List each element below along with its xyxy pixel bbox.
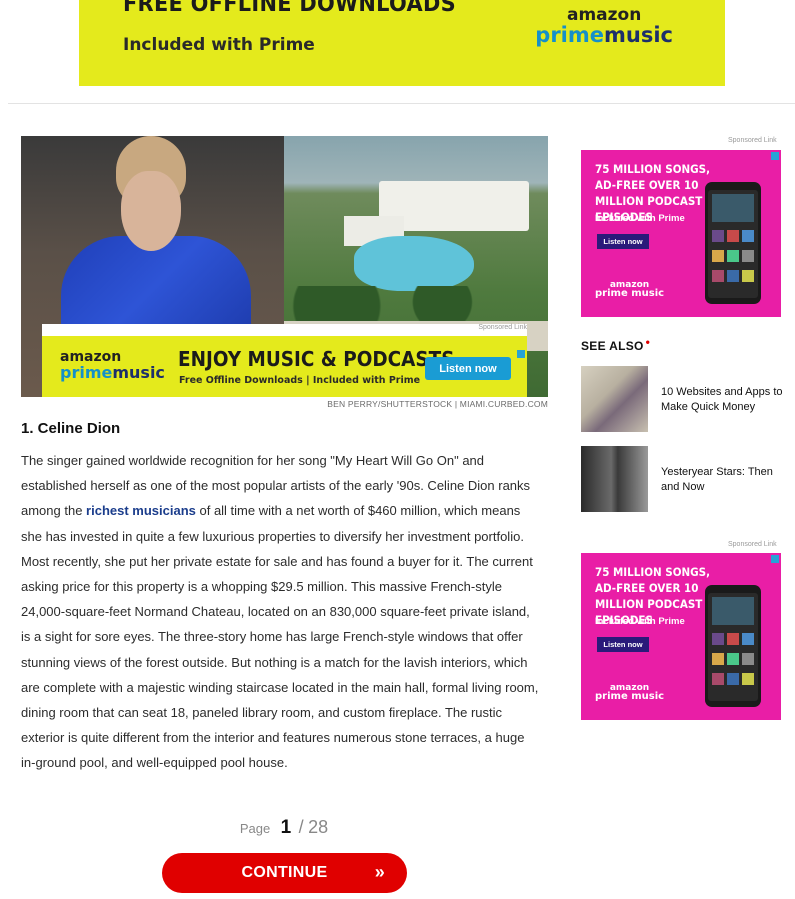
sidebar-ad-2[interactable]: 75 MILLION SONGS, AD-FREE OVER 10 MILLIO… (581, 553, 781, 720)
image-credit: BEN PERRY/SHUTTERSTOCK | MIAMI.CURBED.CO… (327, 399, 548, 409)
logo-prime: prime (535, 23, 605, 47)
prime-music-logo-text: prime music (595, 288, 665, 299)
album-tile (742, 653, 754, 665)
see-also-title-text: SEE ALSO (581, 339, 644, 353)
article-body: The singer gained worldwide recognition … (21, 448, 541, 776)
phone-mockup (705, 182, 761, 304)
album-tile (727, 673, 739, 685)
album-tile (727, 633, 739, 645)
sidebar-ad2-sponsored-label: Sponsored Link (728, 541, 777, 548)
amazon-logo-text: amazon (566, 5, 642, 25)
continue-label: CONTINUE (241, 864, 328, 881)
sponsored-label: Sponsored Link (478, 324, 527, 331)
estate-trees (284, 286, 548, 326)
album-tile (712, 230, 724, 242)
top-ad-headline: FREE OFFLINE DOWNLOADS (123, 0, 456, 17)
see-also-thumbnail[interactable] (581, 446, 648, 512)
see-also-item-label[interactable]: 10 Websites and Apps to Make Quick Money (661, 385, 791, 415)
adchoices-icon[interactable] (771, 555, 779, 563)
richest-musicians-link[interactable]: richest musicians (86, 503, 196, 518)
listen-now-button[interactable]: Listen now (425, 357, 511, 380)
sidebar-ad1-listen-now-button[interactable]: Listen now (597, 234, 649, 249)
page-label: Page (239, 821, 271, 836)
see-also-dot: • (645, 335, 651, 349)
portrait-face (121, 171, 181, 251)
album-tile (712, 250, 724, 262)
album-tile (727, 250, 739, 262)
current-page: 1 (280, 817, 292, 838)
see-also-item[interactable]: 10 Websites and Apps to Make Quick Money (581, 366, 791, 432)
inline-ad-subtext: Free Offline Downloads | Included with P… (179, 375, 421, 386)
page-indicator: Page 1 / 28 (0, 817, 568, 839)
sidebar-ad-1[interactable]: 75 MILLION SONGS, AD-FREE OVER 10 MILLIO… (581, 150, 781, 317)
estate-pool (354, 236, 474, 291)
inline-ad-banner[interactable]: amazon primemusic ENJOY MUSIC & PODCASTS… (42, 336, 527, 397)
amazon-prime-music-logo: amazon primemusic (60, 349, 165, 382)
sidebar-ad1-included: Included with Prime (595, 213, 685, 224)
phone-screen (708, 593, 758, 701)
article-title: 1. Celine Dion (21, 420, 121, 437)
page-separator: / (298, 817, 304, 837)
see-also-thumbnail[interactable] (581, 366, 648, 432)
inline-ad[interactable]: Sponsored Link amazon primemusic ENJOY M… (42, 324, 527, 397)
logo-music: music (604, 23, 673, 47)
header-divider (8, 103, 795, 104)
inline-ad-headline: ENJOY MUSIC & PODCASTS (178, 347, 455, 371)
see-also-heading: SEE ALSO • (581, 335, 650, 353)
see-also-item[interactable]: Yesteryear Stars: Then and Now (581, 446, 791, 512)
adchoices-icon[interactable] (771, 152, 779, 160)
top-ad-subtext: Included with Prime (123, 35, 315, 55)
phone-screen (708, 190, 758, 298)
amazon-prime-music-logo: amazon primemusic (535, 5, 673, 47)
album-tile (727, 230, 739, 242)
article-text-after-link: of all time with a net worth of $460 mil… (21, 503, 539, 771)
double-chevron-right-icon: » (374, 862, 385, 882)
album-tile (742, 230, 754, 242)
amazon-prime-music-logo: amazon prime music (595, 683, 664, 702)
album-tile (742, 270, 754, 282)
prime-music-logo-text: primemusic (60, 363, 165, 382)
album-tile (712, 673, 724, 685)
album-tile (742, 250, 754, 262)
sidebar-ad2-listen-now-button[interactable]: Listen now (597, 637, 649, 652)
see-also-item-label[interactable]: Yesteryear Stars: Then and Now (661, 465, 791, 495)
total-pages: 28 (308, 817, 329, 837)
album-tile (742, 673, 754, 685)
sidebar-ad1-sponsored-label: Sponsored Link (728, 137, 777, 144)
amazon-prime-music-logo: amazon prime music (595, 280, 664, 299)
album-tile (712, 633, 724, 645)
prime-music-logo-text: prime music (595, 691, 665, 702)
phone-screen-banner (712, 597, 754, 625)
sidebar-ad2-included: Included with Prime (595, 616, 685, 627)
album-tile (742, 633, 754, 645)
album-tile (727, 653, 739, 665)
prime-music-logo-text: primemusic (535, 23, 673, 47)
logo-music: music (112, 363, 165, 382)
album-tile (727, 270, 739, 282)
logo-prime: prime (60, 363, 113, 382)
phone-screen-banner (712, 194, 754, 222)
continue-button[interactable]: CONTINUE » (162, 853, 407, 893)
album-tile (712, 270, 724, 282)
phone-mockup (705, 585, 761, 707)
top-banner-ad[interactable]: FREE OFFLINE DOWNLOADS Included with Pri… (79, 0, 725, 86)
album-tile (712, 653, 724, 665)
adchoices-icon[interactable] (517, 350, 525, 358)
